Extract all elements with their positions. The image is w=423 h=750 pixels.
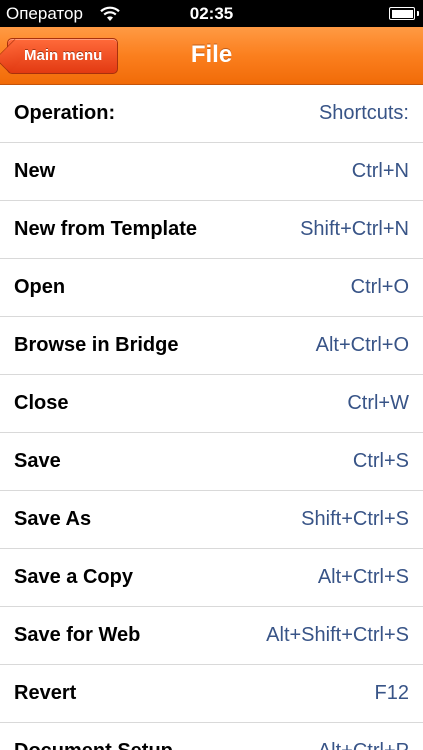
operation-name: Save for Web (14, 624, 141, 646)
operation-name: Browse in Bridge (14, 334, 179, 356)
shortcut-keys: Ctrl+W (347, 392, 409, 414)
list-item[interactable]: New from Template Shift+Ctrl+N (0, 201, 423, 259)
operation-name: Save (14, 450, 61, 472)
shortcut-list: Operation: Shortcuts: New Ctrl+N New fro… (0, 85, 423, 750)
clock: 02:35 (189, 4, 234, 23)
operation-name: Document Setup (14, 723, 173, 750)
shortcut-column-header: Shortcuts: (318, 102, 409, 124)
shortcut-keys: F12 (374, 682, 409, 704)
back-button[interactable]: Main menu (0, 38, 118, 74)
operation-column-header: Operation: (14, 102, 116, 124)
operation-name: Save As (14, 508, 92, 530)
operation-name: Close (14, 392, 69, 414)
operation-name: Save a Copy (14, 566, 133, 588)
shortcut-keys: Ctrl+N (351, 160, 409, 182)
list-item[interactable]: Browse in Bridge Alt+Ctrl+O (0, 317, 423, 375)
list-item[interactable]: Save Ctrl+S (0, 433, 423, 491)
shortcut-keys: Alt+Ctrl+O (315, 334, 409, 356)
list-header: Operation: Shortcuts: (0, 85, 423, 143)
list-item[interactable]: Save for Web Alt+Shift+Ctrl+S (0, 607, 423, 665)
list-item[interactable]: Revert F12 (0, 665, 423, 723)
shortcut-keys: Alt+Ctrl+P (318, 723, 409, 750)
operation-name: New from Template (14, 218, 197, 240)
navigation-bar: File Main menu (0, 27, 423, 85)
list-item[interactable]: Document Setup Alt+Ctrl+P (0, 723, 423, 750)
list-item[interactable]: New Ctrl+N (0, 143, 423, 201)
operation-name: New (14, 160, 56, 182)
shortcut-keys: Alt+Shift+Ctrl+S (266, 624, 409, 646)
list-item[interactable]: Save As Shift+Ctrl+S (0, 491, 423, 549)
list-item[interactable]: Close Ctrl+W (0, 375, 423, 433)
list-item[interactable]: Save a Copy Alt+Ctrl+S (0, 549, 423, 607)
status-bar: Оператор 02:35 (0, 0, 423, 27)
operation-name: Revert (14, 682, 77, 704)
shortcut-keys: Ctrl+S (352, 450, 409, 472)
list-item[interactable]: Open Ctrl+O (0, 259, 423, 317)
shortcut-keys: Ctrl+O (350, 276, 409, 298)
operation-name: Open (14, 276, 66, 298)
shortcut-keys: Shift+Ctrl+N (300, 218, 409, 240)
shortcut-keys: Shift+Ctrl+S (301, 508, 409, 530)
shortcut-keys: Alt+Ctrl+S (317, 566, 409, 588)
back-button-label: Main menu (24, 47, 103, 64)
battery-icon (389, 7, 419, 20)
